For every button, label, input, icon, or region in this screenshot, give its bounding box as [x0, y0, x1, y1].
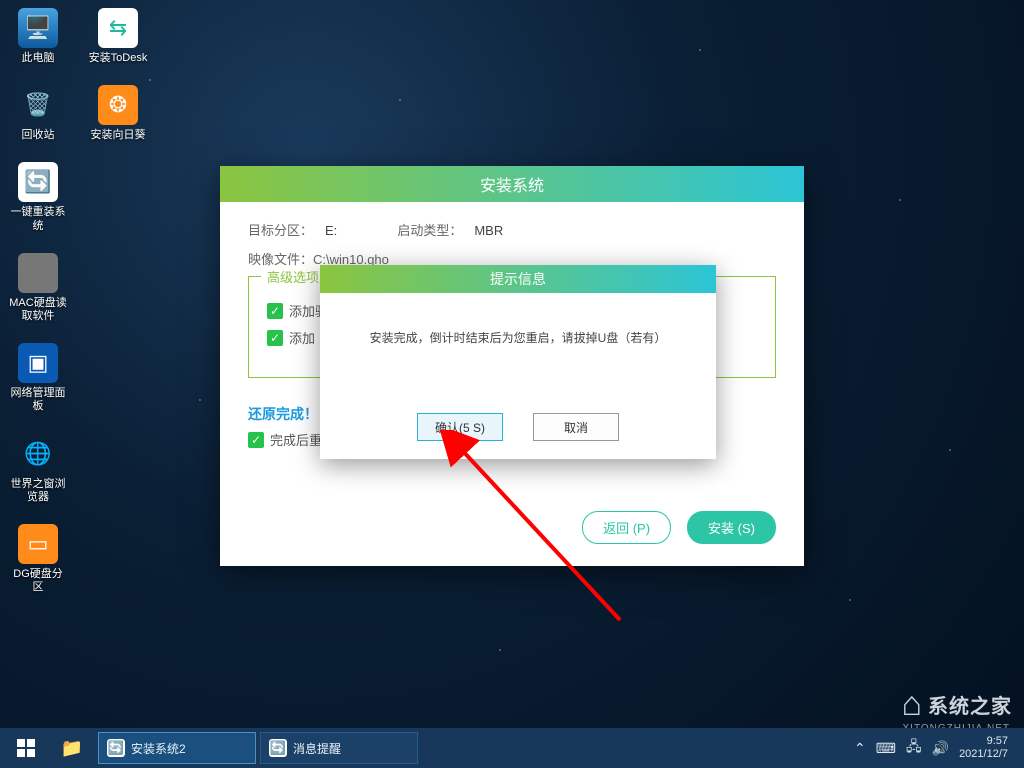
reinstall-icon: 🔄	[18, 162, 58, 202]
icon-label: DG硬盘分区	[8, 568, 68, 594]
file-explorer-button[interactable]: 📁	[50, 728, 94, 768]
desktop-icon-this-pc[interactable]: 🖥️ 此电脑	[8, 8, 68, 65]
checkbox-label: 添加	[289, 328, 315, 347]
advanced-options-title: 高级选项	[261, 267, 325, 286]
sunflower-icon: ❂	[98, 85, 138, 125]
icon-label: 安装ToDesk	[89, 52, 148, 65]
watermark: ⌂ 系统之家	[901, 685, 1012, 724]
taskbar: 📁 🔄 安装系统2 🔄 消息提醒 ⌃ ⌨ 🖧 🔊 9:57 2021/12/7	[0, 728, 1024, 768]
desktop-icon-network-panel[interactable]: ▣ 网络管理面板	[8, 343, 68, 413]
desktop-icon-sunflower[interactable]: ❂ 安装向日葵	[88, 85, 148, 142]
tray-network-icon[interactable]: 🖧	[906, 736, 922, 760]
desktop-icon-reinstall[interactable]: 🔄 一键重装系统	[8, 162, 68, 232]
tray-keyboard-icon[interactable]: ⌨	[876, 740, 896, 757]
taskbar-task-message[interactable]: 🔄 消息提醒	[260, 732, 418, 764]
desktop-icon-browser[interactable]: 🌐 世界之窗浏览器	[8, 434, 68, 504]
task-label: 安装系统2	[131, 740, 186, 757]
desktop-icons: 🖥️ 此电脑 ⇆ 安装ToDesk 🗑️ 回收站 ❂ 安装向日葵 🔄 一键重装系…	[8, 8, 148, 594]
task-label: 消息提醒	[293, 740, 341, 757]
icon-label: 回收站	[22, 129, 55, 142]
disk-icon	[18, 253, 58, 293]
dialog-title: 提示信息	[320, 265, 716, 293]
install-button[interactable]: 安装 (S)	[687, 511, 776, 544]
boot-type-label: 启动类型：	[397, 223, 462, 238]
todesk-icon: ⇆	[98, 8, 138, 48]
desktop-icon-dg-partition[interactable]: ▭ DG硬盘分区	[8, 524, 68, 594]
recycle-bin-icon: 🗑️	[18, 85, 58, 125]
icon-label: 网络管理面板	[8, 387, 68, 413]
tray-chevron-up-icon[interactable]: ⌃	[854, 740, 866, 757]
annotation-arrow	[430, 430, 660, 640]
folder-icon: 📁	[61, 738, 83, 759]
monitor-icon: 🖥️	[18, 8, 58, 48]
network-panel-icon: ▣	[18, 343, 58, 383]
app-icon: 🔄	[107, 739, 125, 757]
check-icon: ✓	[248, 432, 264, 448]
icon-label: MAC硬盘读取软件	[8, 297, 68, 323]
window-title: 安装系统	[220, 166, 804, 202]
boot-type-value: MBR	[474, 223, 503, 238]
app-icon: 🔄	[269, 739, 287, 757]
desktop-icon-mac-disk[interactable]: MAC硬盘读取软件	[8, 253, 68, 323]
date-label: 2021/12/7	[959, 748, 1008, 761]
check-icon: ✓	[267, 330, 283, 346]
image-file-label: 映像文件：	[248, 252, 313, 267]
system-tray: ⌃ ⌨ 🖧 🔊 9:57 2021/12/7	[854, 735, 1018, 761]
icon-label: 此电脑	[22, 52, 55, 65]
windows-logo-icon	[17, 739, 35, 757]
icon-label: 安装向日葵	[91, 129, 146, 142]
taskbar-clock[interactable]: 9:57 2021/12/7	[959, 735, 1008, 761]
watermark-text: 系统之家	[928, 690, 1012, 719]
check-icon: ✓	[267, 303, 283, 319]
house-icon: ⌂	[901, 685, 922, 724]
icon-label: 一键重装系统	[8, 206, 68, 232]
tray-volume-icon[interactable]: 🔊	[932, 740, 949, 757]
icon-label: 世界之窗浏览器	[8, 478, 68, 504]
desktop-icon-recycle[interactable]: 🗑️ 回收站	[8, 85, 68, 142]
target-partition-label: 目标分区：	[248, 223, 313, 238]
desktop-icon-todesk[interactable]: ⇆ 安装ToDesk	[88, 8, 148, 65]
partition-icon: ▭	[18, 524, 58, 564]
globe-icon: 🌐	[18, 434, 58, 474]
start-button[interactable]	[6, 728, 46, 768]
dialog-message: 安装完成，倒计时结束后为您重启，请拔掉U盘（若有）	[320, 293, 716, 346]
time-label: 9:57	[959, 735, 1008, 748]
taskbar-task-installer[interactable]: 🔄 安装系统2	[98, 732, 256, 764]
target-partition-value: E:	[325, 223, 337, 238]
